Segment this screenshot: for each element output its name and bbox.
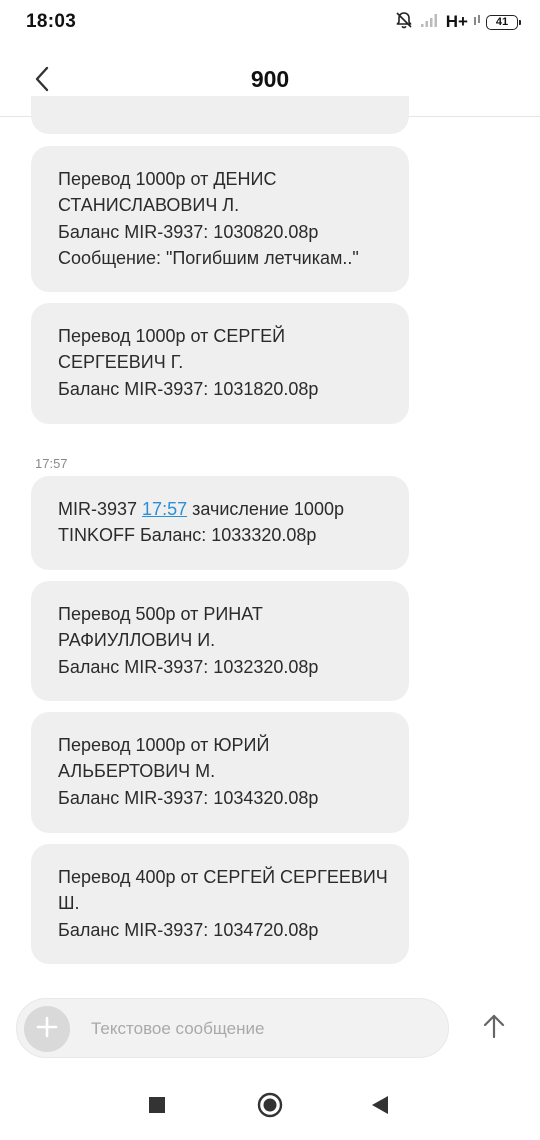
- message-line: Сообщение: "Погибшим летчикам..": [58, 248, 359, 269]
- message-line: Перевод 1000р от ДЕНИС: [58, 169, 277, 189]
- home-button[interactable]: [255, 1092, 285, 1122]
- message-bubble[interactable]: Перевод 400р от СЕРГЕЙ СЕРГЕЕВИЧ Ш. Бала…: [31, 844, 409, 964]
- message-line: Ш.: [58, 893, 80, 914]
- message-bubble[interactable]: Перевод 500р от РИНАТ РАФИУЛЛОВИЧ И. Бал…: [31, 581, 409, 701]
- message-line: Баланс MIR-3937: 1034320.08р: [58, 787, 319, 808]
- network-type: H+: [445, 12, 468, 31]
- circle-icon: [257, 1092, 283, 1123]
- square-icon: [148, 1096, 166, 1119]
- triangle-icon: [371, 1095, 389, 1120]
- message-line: АЛЬБЕРТОВИЧ М.: [58, 761, 216, 782]
- time-link[interactable]: 17:57: [142, 499, 187, 519]
- recent-apps-button[interactable]: [142, 1092, 172, 1122]
- message-line: TINKOFF Баланс: 1033320.08р: [58, 525, 317, 546]
- message-line: Перевод 400р от СЕРГЕЙ СЕРГЕЕВИЧ: [58, 867, 388, 887]
- message-line: Перевод 1000р от ЮРИЙ: [58, 735, 270, 755]
- nav-back-button[interactable]: [365, 1092, 395, 1122]
- add-attachment-button[interactable]: [24, 1006, 70, 1052]
- bell-off-icon: [394, 10, 414, 35]
- message-line: Баланс MIR-3937: 1031820.08р: [58, 378, 319, 399]
- message-line: Перевод 1000р от СЕРГЕЙ: [58, 326, 286, 346]
- status-time: 18:03: [26, 11, 77, 32]
- composer: [16, 998, 449, 1058]
- send-button[interactable]: [473, 1008, 515, 1048]
- message-line: СТАНИСЛАВОВИЧ Л.: [58, 195, 240, 216]
- data-arrows-icon: [474, 13, 480, 31]
- system-nav-bar: [0, 1072, 540, 1140]
- message-bubble-partial[interactable]: [31, 96, 409, 134]
- arrow-up-icon: [482, 1013, 506, 1044]
- status-bar: 18:03 H+ 41: [0, 0, 540, 44]
- message-line: РАФИУЛЛОВИЧ И.: [58, 630, 216, 651]
- signal-icon: [420, 12, 440, 33]
- message-text: зачисление 1000р: [187, 499, 344, 519]
- message-line: СЕРГЕЕВИЧ Г.: [58, 352, 184, 373]
- message-bubble[interactable]: Перевод 1000р от ДЕНИС СТАНИСЛАВОВИЧ Л. …: [31, 146, 409, 292]
- message-line: Перевод 500р от РИНАТ: [58, 604, 263, 624]
- message-input[interactable]: [89, 1011, 433, 1047]
- message-bubble[interactable]: Перевод 1000р от СЕРГЕЙ СЕРГЕЕВИЧ Г. Бал…: [31, 303, 409, 424]
- battery-indicator: 41: [486, 14, 521, 30]
- message-line: Баланс MIR-3937: 1034720.08р: [58, 919, 319, 940]
- message-text: MIR-3937: [58, 499, 143, 519]
- message-line: Баланс MIR-3937: 1030820.08р: [58, 221, 319, 242]
- status-icons: H+ 41: [394, 10, 521, 35]
- message-line: Баланс MIR-3937: 1032320.08р: [58, 656, 319, 677]
- message-bubble[interactable]: Перевод 1000р от ЮРИЙ АЛЬБЕРТОВИЧ М. Бал…: [31, 712, 409, 833]
- plus-icon: [36, 1016, 58, 1043]
- conversation-title: 900: [250, 66, 290, 92]
- battery-level: 41: [495, 16, 509, 28]
- message-line: MIR-3937 17:57 зачисление 1000р: [58, 496, 382, 522]
- message-bubble[interactable]: MIR-3937 17:57 зачисление 1000р TINKOFF …: [31, 476, 409, 570]
- message-timestamp: 17:57: [35, 456, 68, 471]
